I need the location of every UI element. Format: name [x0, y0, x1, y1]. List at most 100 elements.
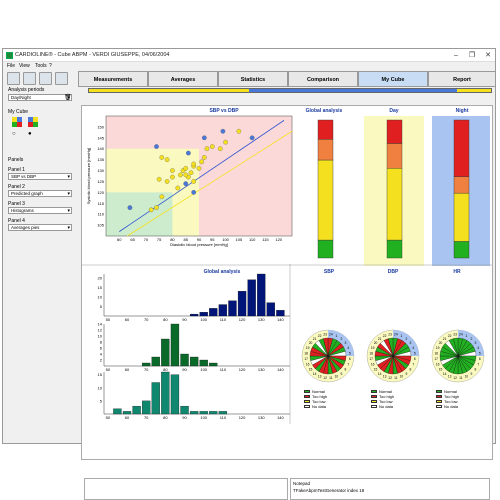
- day-stack-segment: [386, 143, 403, 169]
- pie-hour-label: 12: [453, 376, 457, 380]
- scatter-point: [223, 139, 228, 145]
- hist-bar: [142, 400, 151, 415]
- pie-hour-label: 16: [306, 363, 310, 367]
- pie-hour-label: 9: [340, 372, 342, 376]
- scatter-point: [186, 150, 191, 156]
- legend-swatch: [371, 395, 377, 399]
- scatter-point: [148, 207, 154, 213]
- tab-report[interactable]: Report: [428, 71, 496, 87]
- tab-statistics[interactable]: Statistics: [218, 71, 288, 87]
- hist-x-tick: 80: [163, 367, 168, 372]
- pie-hour-label: 12: [323, 376, 327, 380]
- window-title: CARDIOLINE® - Cube ABPM - VERDI GIUSEPPE…: [15, 52, 170, 58]
- pie-hour-label: 22: [383, 334, 387, 338]
- pie-hour-label: 6: [349, 357, 351, 361]
- delete-icon[interactable]: 🗑: [64, 94, 72, 101]
- panel3-select[interactable]: Histograms: [8, 207, 72, 214]
- panel4-select[interactable]: Averages pies: [8, 224, 72, 231]
- scatter-y-tick: 130: [97, 168, 104, 173]
- pie-hour-label: 17: [304, 357, 308, 361]
- comment-box[interactable]: [84, 478, 288, 500]
- period-color-bar: [88, 88, 492, 93]
- pie-hour-label: 24: [329, 332, 333, 336]
- notepad-label: Notepad: [293, 481, 311, 486]
- export-icon[interactable]: [55, 72, 68, 85]
- cube-content: 60 65 70 75 80 85 90 95 100 105 110 115 120 105 110 115…: [81, 105, 493, 500]
- scatter-x-tick: 70: [144, 237, 149, 242]
- scatter-point: [188, 170, 194, 176]
- pie-hour-label: 19: [306, 346, 310, 350]
- hist-x-tick: 110: [220, 367, 227, 372]
- cube-blue-icon[interactable]: [28, 117, 38, 127]
- panel1-select[interactable]: SBP vs DBP: [8, 173, 72, 180]
- night-stack-segment: [453, 119, 470, 177]
- scatter-point: [183, 181, 189, 186]
- tab-my-cube[interactable]: My Cube: [358, 71, 428, 87]
- close-icon[interactable]: ✕: [483, 51, 493, 60]
- hist-x-tick: 120: [239, 317, 246, 322]
- scatter-point: [249, 135, 255, 141]
- notepad-text: TFakeAbpmTestGenerator index 18: [293, 488, 365, 493]
- hist-x-tick: 80: [163, 415, 168, 420]
- pie-hour-label: 4: [477, 346, 479, 350]
- pie-hour-label: 16: [436, 363, 440, 367]
- hist-y-tick: 20: [98, 275, 103, 280]
- hist-x-tick: 50: [106, 367, 111, 372]
- pie-hour-label: 5: [349, 351, 351, 355]
- tab-averages[interactable]: Averages: [148, 71, 218, 87]
- hist-x-tick: 90: [182, 317, 187, 322]
- scatter-point: [201, 155, 207, 160]
- menu-bar: File View Tools ?: [3, 62, 495, 70]
- hist-x-tick: 60: [125, 415, 130, 420]
- scatter-y-tick: 145: [97, 135, 104, 140]
- menu-view[interactable]: View: [19, 63, 30, 69]
- pie-hour-label: 12: [388, 376, 392, 380]
- analysis-periods-select[interactable]: Day/Night: [8, 94, 72, 101]
- pie-hour-label: 15: [439, 368, 443, 372]
- pie-hour-label: 8: [410, 368, 412, 372]
- hist-x-tick: 100: [200, 415, 207, 420]
- minimize-icon[interactable]: –: [451, 51, 461, 60]
- hist-bar: [161, 338, 170, 367]
- global-analysis-title: Global analysis: [305, 108, 343, 114]
- scatter-y-tick: 120: [97, 190, 104, 195]
- legend-label: No data: [444, 404, 459, 409]
- legend-swatch: [371, 405, 377, 409]
- hist-x-tick: 140: [277, 367, 284, 372]
- pie-hour-label: 11: [394, 376, 398, 380]
- radio-dot-icon[interactable]: ●: [28, 131, 32, 137]
- pie-sbp-title: SBP: [323, 269, 335, 275]
- printer-icon[interactable]: [39, 72, 52, 85]
- cube-yellow-icon[interactable]: [12, 117, 22, 127]
- hist-x-tick: 50: [106, 317, 111, 322]
- menu-help[interactable]: ?: [49, 63, 52, 69]
- pie-hour-label: 18: [369, 351, 373, 355]
- tab-measurements[interactable]: Measurements: [78, 71, 148, 87]
- print-icon[interactable]: [23, 72, 36, 85]
- scatter-y-tick: 110: [98, 212, 105, 217]
- legend-swatch: [304, 395, 310, 399]
- hist-y-tick: 8: [100, 340, 103, 345]
- maximize-icon[interactable]: ❐: [467, 51, 477, 60]
- day-stack-segment: [386, 168, 403, 241]
- hist-x-tick: 60: [125, 317, 130, 322]
- hist-y-tick: 2: [100, 358, 103, 363]
- hist-bar: [170, 323, 180, 367]
- hist-bar: [228, 300, 237, 317]
- notepad-box[interactable]: Notepad TFakeAbpmTestGenerator index 18: [290, 478, 490, 500]
- hist-bar: [199, 359, 208, 367]
- scatter-x-tick: 110: [249, 237, 256, 242]
- pie-hour-label: 5: [479, 351, 481, 355]
- hist-bar: [218, 304, 228, 317]
- pie-hour-label: 16: [371, 363, 375, 367]
- hist-bar: [218, 411, 228, 415]
- hist-bar: [122, 411, 132, 415]
- menu-tools[interactable]: Tools: [35, 63, 47, 69]
- tab-comparison[interactable]: Comparison: [288, 71, 358, 87]
- radio-circle-icon[interactable]: ○: [12, 131, 16, 137]
- pie-hour-label: 18: [434, 351, 438, 355]
- menu-file[interactable]: File: [7, 63, 15, 69]
- panel2-select[interactable]: Predicted graph: [8, 190, 72, 197]
- tab-bar: Measurements Averages Statistics Compari…: [78, 71, 496, 87]
- open-icon[interactable]: [7, 72, 20, 85]
